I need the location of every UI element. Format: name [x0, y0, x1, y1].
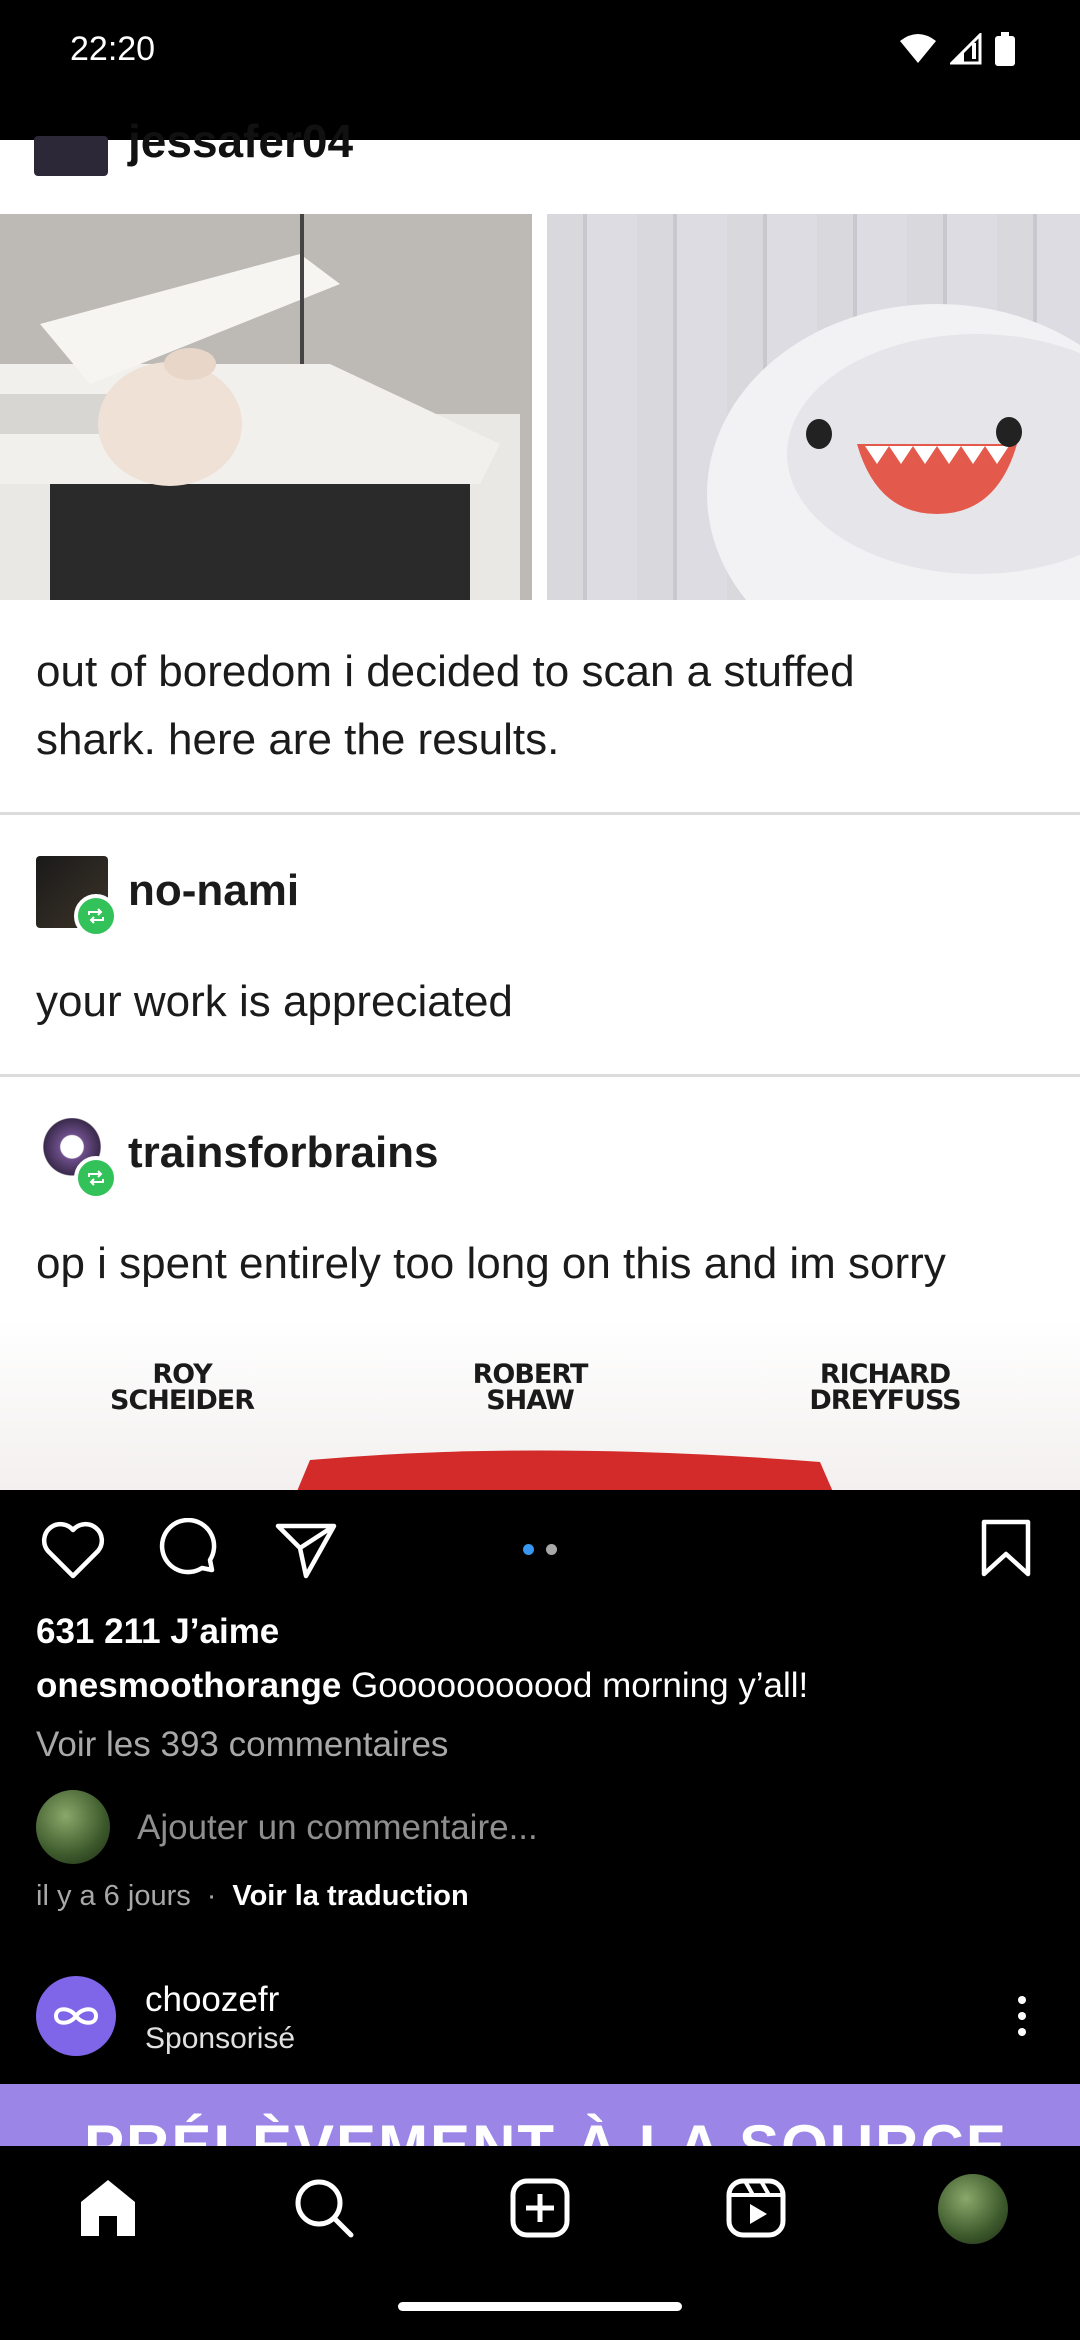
share-icon[interactable] — [274, 1520, 338, 1580]
avatar — [36, 1790, 110, 1864]
bookmark-icon[interactable] — [980, 1518, 1032, 1578]
heart-icon[interactable] — [40, 1520, 106, 1580]
search-icon — [295, 2179, 354, 2238]
carousel-dot — [546, 1544, 557, 1555]
op-text-line: out of boredom i decided to scan a stuff… — [36, 647, 855, 696]
profile-avatar[interactable] — [938, 2174, 1008, 2244]
infinity-logo-icon — [53, 2007, 99, 2025]
caption-username[interactable]: onesmoothorange — [36, 1666, 341, 1705]
sponsor-username[interactable]: choozefr — [145, 1980, 279, 2020]
nav-home[interactable] — [72, 2172, 144, 2244]
divider — [0, 812, 1080, 815]
ad-banner[interactable]: PRÉLÈVEMENT À LA SOURCE — [0, 2084, 1080, 2146]
sponsored-label: Sponsorisé — [145, 2022, 296, 2055]
divider — [0, 1074, 1080, 1077]
caption: onesmoothorange Gooooooooood morning y’a… — [36, 1666, 808, 1706]
reblog-name: trainsforbrains — [128, 1128, 439, 1177]
home-indicator[interactable] — [398, 2302, 682, 2311]
comment-input[interactable]: Ajouter un commentaire... — [137, 1808, 538, 1848]
poster-credit: ROY SCHEIDER — [110, 1359, 255, 1416]
op-name: jessafer04 — [128, 115, 354, 167]
comment-icon[interactable] — [158, 1518, 222, 1582]
scanner-photo — [0, 214, 532, 600]
op-avatar — [34, 136, 108, 176]
scanned-shark-photo — [547, 214, 1080, 600]
wifi-icon — [900, 34, 936, 63]
caption-text: Gooooooooood morning y’all! — [341, 1666, 809, 1705]
battery-icon — [995, 32, 1015, 66]
poster-credit: ROBERT SHAW — [472, 1359, 589, 1416]
post-timestamp: il y a 6 jours — [36, 1880, 191, 1912]
poster-credit: RICHARD DREYFUSS — [809, 1359, 961, 1416]
nav-search[interactable] — [288, 2172, 360, 2244]
signal-icon — [950, 33, 982, 65]
post-actions — [0, 1490, 1080, 1610]
home-icon — [81, 2180, 135, 2236]
create-icon — [510, 2178, 570, 2238]
post-time-row: il y a 6 jours · Voir la traduction — [36, 1880, 469, 1913]
reblog-badge-icon — [74, 894, 118, 938]
carousel-dot-active — [523, 1544, 534, 1555]
op-post-text: out of boredom i decided to scan a stuff… — [36, 638, 855, 774]
op-text-line: shark. here are the results. — [36, 715, 560, 764]
sponsor-avatar[interactable] — [36, 1976, 116, 2056]
reblog-text: your work is appreciated — [36, 977, 513, 1026]
reblog-text: op i spent entirely too long on this and… — [36, 1239, 946, 1288]
post-image[interactable]: jessafer04 out of boredom i decided to s… — [0, 108, 1080, 1490]
translate-link[interactable]: Voir la traduction — [232, 1880, 468, 1912]
status-bar: 22:20 — [0, 0, 1080, 108]
reblog-badge-icon — [74, 1156, 118, 1200]
reels-icon — [726, 2178, 786, 2238]
status-icons — [898, 32, 1016, 66]
jaws-title-logo — [297, 1450, 833, 1490]
ad-banner-text: PRÉLÈVEMENT À LA SOURCE — [84, 2112, 1008, 2146]
nav-create[interactable] — [504, 2172, 576, 2244]
reblog-name: no-nami — [128, 866, 300, 915]
separator-dot: · — [206, 1880, 217, 1912]
status-time: 22:20 — [70, 30, 156, 68]
nav-reels[interactable] — [720, 2172, 792, 2244]
jaws-poster: ROY SCHEIDER ROBERT SHAW RICHARD DREYFUS… — [0, 1318, 1080, 1490]
view-comments-link[interactable]: Voir les 393 commentaires — [36, 1725, 448, 1765]
more-options-icon[interactable] — [1010, 1994, 1034, 2038]
likes-count[interactable]: 631 211 J’aime — [36, 1612, 279, 1652]
